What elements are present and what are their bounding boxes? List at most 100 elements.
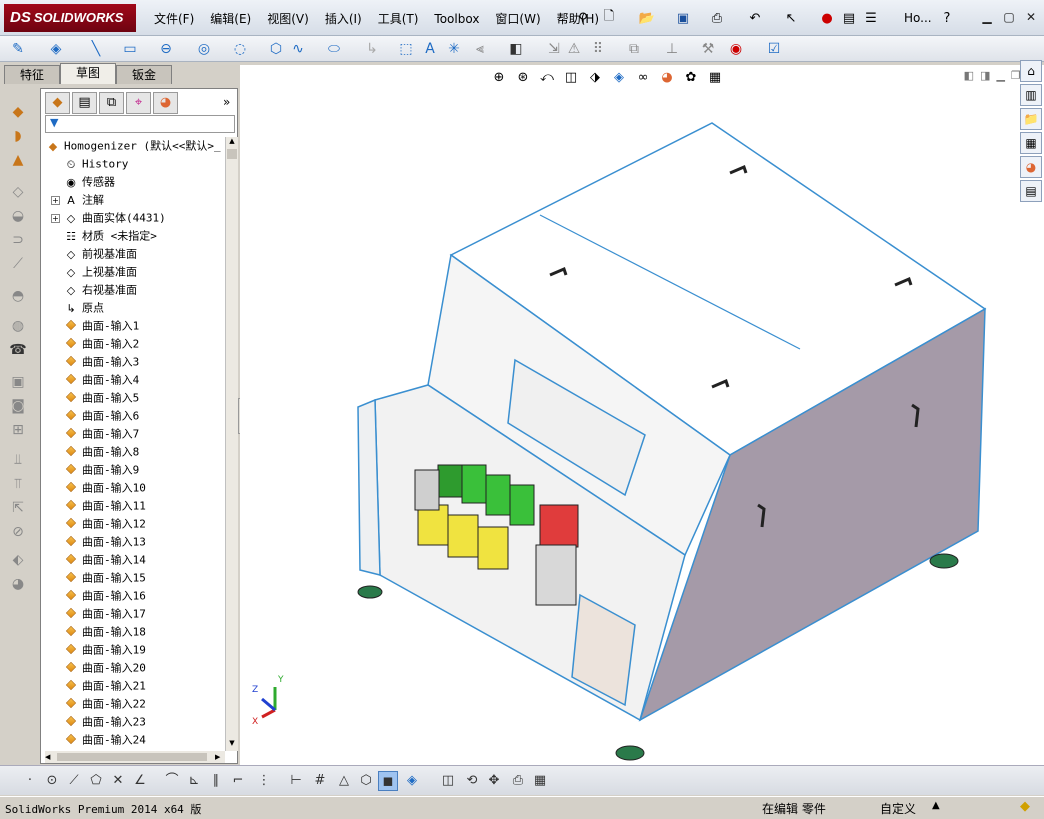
menu-insert[interactable]: 插入(I) [317, 9, 370, 29]
tree-filter[interactable]: ▼ [45, 115, 235, 133]
tree-item[interactable]: 曲面-输入9 [63, 461, 139, 479]
property-manager-tab-icon[interactable]: ▤ [72, 92, 97, 114]
tree-item[interactable]: 曲面-输入14 [63, 551, 146, 569]
angle-icon[interactable]: ∠ [130, 771, 150, 791]
menu-toolbox[interactable]: Toolbox [426, 9, 487, 29]
perpendicular-icon[interactable]: ⊾ [184, 771, 204, 791]
tree-root-part[interactable]: ◆ Homogenizer (默认<<默认>_ [45, 137, 221, 155]
text-icon[interactable]: A [420, 39, 440, 59]
dot-icon[interactable]: · [20, 771, 40, 791]
solidworks-resources-icon[interactable]: ⌂ [1020, 60, 1042, 82]
help-icon[interactable]: ? [938, 9, 956, 27]
tree-item[interactable]: 曲面-输入2 [63, 335, 139, 353]
tree-item[interactable]: 曲面-输入1 [63, 317, 139, 335]
configuration-manager-tab-icon[interactable]: ⧉ [99, 92, 124, 114]
mirror-icon[interactable]: ⚠ [564, 39, 584, 59]
expand-icon[interactable]: + [51, 214, 60, 223]
scroll-right-icon[interactable]: ▶ [215, 751, 225, 763]
corner-icon[interactable]: ⌐ [228, 771, 248, 791]
intersect-icon[interactable]: ⬖ [6, 550, 30, 570]
homogenizer-model[interactable] [240, 65, 1044, 765]
draft-icon[interactable]: ◙ [6, 396, 30, 416]
shaded-cube-icon[interactable]: ◼ [378, 771, 398, 791]
tree-item[interactable]: 曲面-输入11 [63, 497, 146, 515]
tree-item[interactable]: ◇ 前视基准面 [63, 245, 137, 263]
revolved-cut-icon[interactable]: ◒ [6, 206, 30, 226]
display-relations-icon[interactable]: ⊥ [662, 39, 682, 59]
tree-item[interactable]: + ◇ 曲面实体(4431) [51, 209, 166, 227]
pattern-icon[interactable]: ◍ [6, 316, 30, 336]
open-folder-icon[interactable]: 📂 [638, 9, 656, 27]
grid-snap-icon[interactable]: ⋮ [254, 771, 274, 791]
new-document-icon[interactable]: 🗋 [600, 9, 618, 27]
lofted-cut-icon[interactable]: ⟋ [6, 254, 30, 274]
tab-sketch[interactable]: 草图 [60, 63, 116, 84]
print-icon[interactable]: ⎙ [708, 9, 726, 27]
units-dropdown-icon[interactable]: ▲ [932, 800, 940, 811]
tangent-icon[interactable]: ⌒ [162, 771, 182, 791]
file-explorer-icon[interactable]: 📁 [1020, 108, 1042, 130]
triangle-icon[interactable]: △ [334, 771, 354, 791]
point-icon[interactable]: ✳ [444, 39, 464, 59]
tree-item[interactable]: 曲面-输入17 [63, 605, 146, 623]
instant3d-icon[interactable]: ⇱ [6, 498, 30, 518]
scroll-thumb[interactable] [227, 149, 237, 159]
tree-item[interactable]: 曲面-输入16 [63, 587, 146, 605]
expand-panel-icon[interactable]: » [223, 95, 230, 109]
snap-line-icon[interactable]: ⟋ [64, 771, 84, 791]
tree-item[interactable]: 曲面-输入3 [63, 353, 139, 371]
fillet-feature-icon[interactable]: ◓ [6, 286, 30, 306]
tree-item[interactable]: 曲面-输入24 [63, 731, 146, 749]
tree-item[interactable]: 曲面-输入13 [63, 533, 146, 551]
menu-tools[interactable]: 工具(T) [370, 9, 427, 29]
dimxpert-tab-icon[interactable]: ⌖ [126, 92, 151, 114]
options-icon[interactable]: ☰ [862, 9, 880, 27]
pan-icon[interactable]: ✥ [484, 771, 504, 791]
parallel-icon[interactable]: ∥ [206, 771, 226, 791]
tree-item[interactable]: ↳ 原点 [63, 299, 104, 317]
feature-tree-tab-icon[interactable]: ◆ [45, 92, 70, 114]
rectangle-icon[interactable]: ▭ [120, 39, 140, 59]
tree-item[interactable]: ◇ 上视基准面 [63, 263, 137, 281]
intersection-icon[interactable]: ✕ [108, 771, 128, 791]
tree-item[interactable]: 曲面-输入4 [63, 371, 139, 389]
sketch-icon[interactable]: ✎ [8, 39, 28, 59]
scroll-down-icon[interactable]: ▼ [226, 739, 238, 751]
tree-item[interactable]: ⏲ History [63, 155, 129, 173]
tree-item[interactable]: 曲面-输入12 [63, 515, 146, 533]
view-palette-icon[interactable]: ▦ [1020, 132, 1042, 154]
menu-file[interactable]: 文件(F) [146, 9, 202, 29]
table-icon[interactable]: ▦ [530, 771, 550, 791]
dimension-icon[interactable]: ⊢ [286, 771, 306, 791]
tree-item[interactable]: 曲面-输入19 [63, 641, 146, 659]
repair-sketch-icon[interactable]: ⚒ [698, 39, 718, 59]
smart-dimension-icon[interactable]: ◈ [46, 39, 66, 59]
plane-sketch-icon[interactable]: ⬚ [396, 39, 416, 59]
tree-item[interactable]: 曲面-输入5 [63, 389, 139, 407]
tree-item[interactable]: 曲面-输入7 [63, 425, 139, 443]
freeform-icon[interactable]: ◕ [6, 574, 30, 594]
maximize-button[interactable]: ▢ [1000, 8, 1018, 26]
curves-icon[interactable]: ⫪ [6, 474, 30, 494]
circle-icon[interactable]: ◎ [194, 39, 214, 59]
close-button[interactable]: ✕ [1022, 8, 1040, 26]
convert-entities-icon[interactable]: ◧ [506, 39, 526, 59]
move-entities-icon[interactable]: ⧉ [624, 39, 644, 59]
tree-item[interactable]: 曲面-输入18 [63, 623, 146, 641]
section-icon[interactable]: ◫ [438, 771, 458, 791]
ellipse-icon[interactable]: ⬭ [324, 39, 344, 59]
shell-icon[interactable]: ▣ [6, 372, 30, 392]
reference-geometry-icon[interactable]: ⫫ [6, 450, 30, 470]
tree-item[interactable]: ◇ 右视基准面 [63, 281, 137, 299]
select-icon[interactable]: ↖ [782, 9, 800, 27]
dome-icon[interactable]: ⊞ [6, 420, 30, 440]
menu-edit[interactable]: 编辑(E) [202, 9, 259, 29]
extruded-cut-icon[interactable]: ◇ [6, 182, 30, 202]
tree-item[interactable]: 曲面-输入20 [63, 659, 146, 677]
slot-icon[interactable]: ⊖ [156, 39, 176, 59]
fillet-icon[interactable]: ↳ [362, 39, 382, 59]
swept-boss-icon[interactable]: ▲ [6, 150, 30, 170]
tree-item[interactable]: 曲面-输入8 [63, 443, 139, 461]
linear-pattern-icon[interactable]: ⠿ [588, 39, 608, 59]
file-properties-icon[interactable]: ▤ [840, 9, 858, 27]
